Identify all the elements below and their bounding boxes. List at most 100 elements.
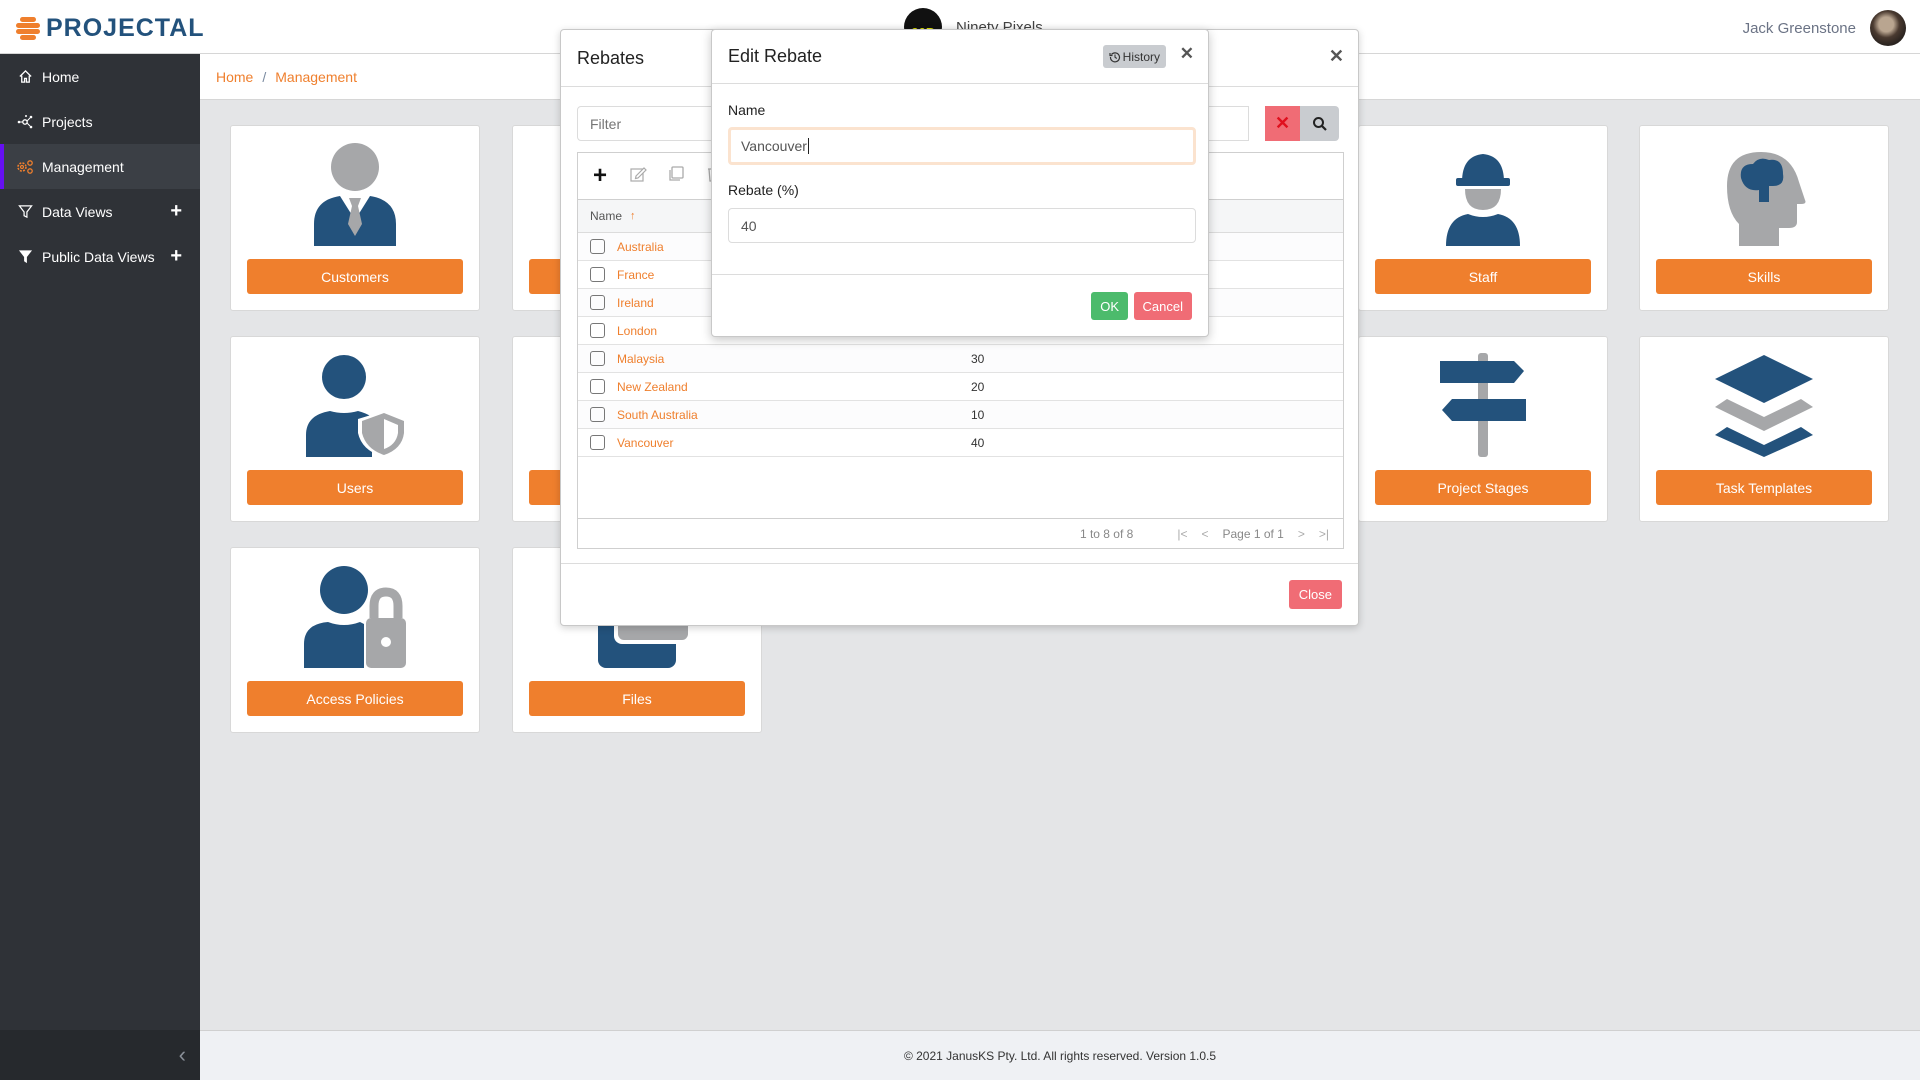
sidebar-item-label: Public Data Views <box>42 248 155 265</box>
row-rebate: 10 <box>971 407 985 422</box>
staff-button[interactable]: Staff <box>1375 259 1591 294</box>
staff-hardhat-icon <box>1446 154 1520 246</box>
edit-rebate-dialog: Edit Rebate History ✕ Name Vancouver Reb… <box>711 29 1209 337</box>
add-data-view-button[interactable]: + <box>170 200 182 223</box>
filter-solid-icon <box>16 248 34 266</box>
sidebar-item-management[interactable]: Management <box>0 144 200 189</box>
history-button[interactable]: History <box>1102 45 1166 68</box>
row-name-link[interactable]: New Zealand <box>617 380 971 394</box>
edit-dialog-header: Edit Rebate History ✕ <box>712 30 1208 84</box>
column-header-name[interactable]: Name <box>590 209 622 223</box>
filter-outline-icon <box>16 203 34 221</box>
access-policies-button[interactable]: Access Policies <box>247 681 463 716</box>
row-checkbox[interactable] <box>590 407 605 422</box>
text-caret <box>807 138 809 154</box>
sidebar-item-home[interactable]: Home <box>0 54 200 99</box>
rebate-input[interactable]: 40 <box>728 208 1196 243</box>
history-label: History <box>1122 49 1160 64</box>
row-checkbox[interactable] <box>590 379 605 394</box>
breadcrumb-separator: / <box>262 68 267 85</box>
table-row[interactable]: South Australia 10 <box>578 401 1343 429</box>
row-name-link[interactable]: Malaysia <box>617 352 971 366</box>
users-button[interactable]: Users <box>247 470 463 505</box>
card-customers[interactable]: Customers <box>230 125 480 311</box>
sidebar-item-label: Management <box>42 158 124 175</box>
project-stages-button[interactable]: Project Stages <box>1375 470 1591 505</box>
customers-button[interactable]: Customers <box>247 259 463 294</box>
files-button[interactable]: Files <box>529 681 745 716</box>
add-icon[interactable]: + <box>590 162 610 190</box>
edit-icon[interactable] <box>628 165 648 188</box>
customer-icon <box>314 143 396 246</box>
logo-icon <box>16 16 40 42</box>
clear-filter-button[interactable]: ✕ <box>1265 106 1300 141</box>
copy-icon[interactable] <box>666 165 686 188</box>
user-shield-icon <box>306 355 408 457</box>
sidebar-footer: ‹ <box>0 1030 200 1080</box>
skills-brain-icon <box>1727 152 1806 246</box>
row-range: 1 to 8 of 8 <box>1079 526 1134 541</box>
row-name-link[interactable]: South Australia <box>617 408 971 422</box>
search-icon <box>1312 116 1327 131</box>
avatar[interactable] <box>1870 10 1906 46</box>
search-button[interactable] <box>1300 106 1339 141</box>
edit-dialog-title: Edit Rebate <box>728 46 823 66</box>
breadcrumb-home[interactable]: Home <box>216 69 253 85</box>
layers-icon <box>1715 355 1813 457</box>
name-input-value: Vancouver <box>741 138 807 154</box>
page-footer: © 2021 JanusKS Pty. Ltd. All rights rese… <box>200 1030 1920 1080</box>
skills-button[interactable]: Skills <box>1656 259 1872 294</box>
collapse-sidebar-icon[interactable]: ‹ <box>179 1042 186 1068</box>
history-icon <box>1109 51 1120 62</box>
row-rebate: 20 <box>971 379 985 394</box>
card-access-policies[interactable]: Access Policies <box>230 547 480 733</box>
prev-page-icon[interactable]: < <box>1201 527 1208 541</box>
close-button[interactable]: Close <box>1288 580 1342 609</box>
card-project-stages[interactable]: Project Stages <box>1358 336 1608 522</box>
sidebar-item-label: Projects <box>42 113 93 130</box>
card-task-templates[interactable]: Task Templates <box>1639 336 1889 522</box>
sidebar-item-data-views[interactable]: Data Views + <box>0 189 200 234</box>
close-icon[interactable]: ✕ <box>1329 46 1344 67</box>
last-page-icon[interactable]: >| <box>1319 527 1329 541</box>
edit-dialog-footer: OK Cancel <box>712 274 1208 336</box>
card-users[interactable]: Users <box>230 336 480 522</box>
cancel-button[interactable]: Cancel <box>1133 292 1192 320</box>
task-templates-button[interactable]: Task Templates <box>1656 470 1872 505</box>
row-checkbox[interactable] <box>590 435 605 450</box>
table-row[interactable]: New Zealand 20 <box>578 373 1343 401</box>
ok-button[interactable]: OK <box>1091 292 1128 320</box>
row-checkbox[interactable] <box>590 351 605 366</box>
row-checkbox[interactable] <box>590 323 605 338</box>
clear-x-icon: ✕ <box>1274 113 1291 133</box>
card-staff[interactable]: Staff <box>1358 125 1608 311</box>
user-menu[interactable]: Jack Greenstone <box>1743 10 1906 46</box>
sidebar-item-projects[interactable]: Projects <box>0 99 200 144</box>
home-icon <box>16 68 34 86</box>
row-name-link[interactable]: Vancouver <box>617 436 971 450</box>
row-checkbox[interactable] <box>590 239 605 254</box>
copyright-text: © 2021 JanusKS Pty. Ltd. All rights rese… <box>903 1048 1217 1063</box>
sidebar: Home Projects Management Data Views + Pu… <box>0 54 200 1080</box>
app-name: PROJECTAL <box>46 14 205 42</box>
close-icon[interactable]: ✕ <box>1180 44 1194 64</box>
table-row[interactable]: Vancouver 40 <box>578 429 1343 457</box>
row-checkbox[interactable] <box>590 295 605 310</box>
breadcrumb-management[interactable]: Management <box>275 69 357 85</box>
add-public-data-view-button[interactable]: + <box>170 245 182 268</box>
name-input[interactable]: Vancouver <box>728 127 1196 165</box>
card-skills[interactable]: Skills <box>1639 125 1889 311</box>
next-page-icon[interactable]: > <box>1298 527 1305 541</box>
name-label: Name <box>728 102 766 118</box>
gears-icon <box>16 158 34 176</box>
first-page-icon[interactable]: |< <box>1177 527 1187 541</box>
table-row[interactable]: Malaysia 30 <box>578 345 1343 373</box>
sidebar-item-label: Data Views <box>42 203 113 220</box>
row-checkbox[interactable] <box>590 267 605 282</box>
app-logo[interactable]: PROJECTAL <box>16 14 205 43</box>
row-rebate: 30 <box>971 351 985 366</box>
rebates-dialog-title: Rebates <box>577 47 645 68</box>
sidebar-item-public-data-views[interactable]: Public Data Views + <box>0 234 200 279</box>
row-rebate: 40 <box>971 435 985 450</box>
rebates-dialog-footer: Close <box>561 563 1358 625</box>
